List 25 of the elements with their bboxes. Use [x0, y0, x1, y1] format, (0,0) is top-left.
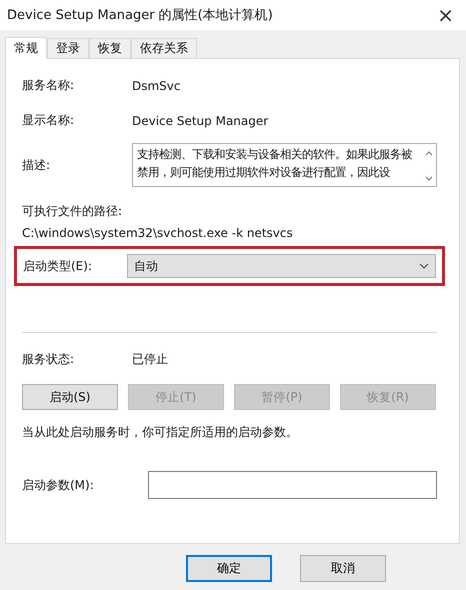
- tab[interactable]: 常规: [5, 37, 47, 59]
- field-label: 启动参数(M):: [22, 476, 95, 494]
- dialog-button[interactable]: 取消: [300, 555, 386, 582]
- chevron-down-icon: [419, 263, 429, 269]
- tab[interactable]: 登录: [47, 38, 89, 58]
- field-label: 描述:: [22, 156, 52, 174]
- tab[interactable]: 依存关系: [131, 38, 197, 58]
- field-label: 服务状态:: [22, 351, 76, 368]
- service-name: DsmSvc: [132, 78, 180, 92]
- close-button[interactable]: ×: [433, 3, 458, 27]
- service-status: 已停止: [132, 351, 168, 368]
- tab[interactable]: 恢复: [89, 38, 131, 58]
- field-label: 可执行文件的路径:: [22, 203, 124, 220]
- field-label: 服务名称:: [22, 77, 76, 94]
- executable-path: C:\windows\system32\svchost.exe -k netsvcs: [22, 226, 294, 240]
- dialog-button[interactable]: 确定: [186, 555, 272, 582]
- hint-text: 当从此处启动服务时，你可指定所适用的启动参数。: [22, 424, 299, 441]
- start-params-field[interactable]: [148, 471, 437, 499]
- description-box[interactable]: 支持检测、下载和安装与设备相关的软件。如果此服务被禁用，则可能使用过期软件对设备进行配置，因此设: [132, 143, 437, 187]
- field-label: 显示名称:: [22, 112, 76, 129]
- startup-type-dropdown[interactable]: 自动: [127, 254, 436, 278]
- field-label: 启动类型(E):: [23, 258, 93, 274]
- display-name: Device Setup Manager: [132, 114, 268, 128]
- window-title: Device Setup Manager 的属性(本地计算机): [7, 7, 273, 24]
- service-button[interactable]: 启动(S): [22, 384, 118, 410]
